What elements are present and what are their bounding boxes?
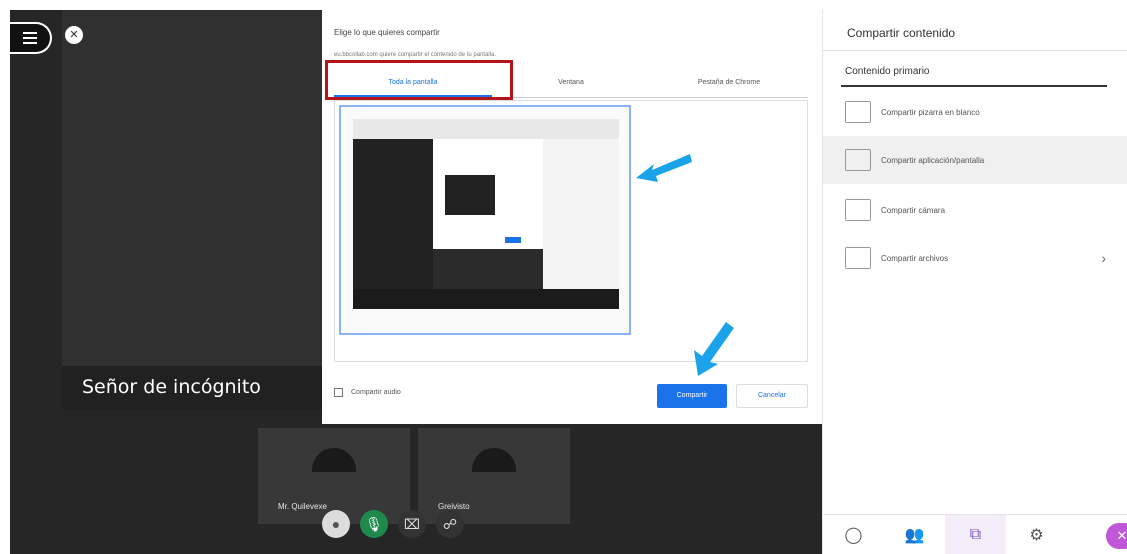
dialog-title: Elige lo que quieres compartir (334, 28, 440, 37)
avatar-icon[interactable]: ● (322, 510, 350, 538)
avatar-icon (472, 448, 516, 472)
close-icon: ✕ (1106, 522, 1127, 549)
hamburger-icon (23, 29, 37, 47)
arrow-annotation-icon (636, 154, 692, 182)
camera-off-icon[interactable]: ⌧ (398, 510, 426, 538)
share-camera-option[interactable]: Compartir cámara (823, 186, 1127, 234)
cancel-button[interactable]: Cancelar (736, 384, 808, 408)
option-label: Compartir aplicación/pantalla (881, 155, 985, 165)
preview-area (334, 100, 808, 362)
option-label: Compartir pizarra en blanco (881, 107, 980, 117)
panel-divider (823, 50, 1127, 51)
microphone-icon[interactable]: 🎙 (360, 510, 388, 538)
chevron-right-icon: › (1101, 250, 1106, 266)
settings-icon[interactable]: ⚙ (1006, 515, 1067, 554)
option-label: Compartir cámara (881, 205, 946, 215)
main-participant-name: Señor de incógnito (62, 366, 332, 410)
screen-preview[interactable] (339, 105, 631, 335)
panel-title: Compartir contenido (847, 26, 956, 40)
tab-highlight-box (325, 60, 513, 100)
folder-icon (845, 247, 871, 269)
whiteboard-icon (845, 101, 871, 123)
menu-button[interactable] (10, 22, 52, 54)
section-underline (841, 85, 1107, 87)
share-content-panel: Compartir contenido Contenido primario C… (822, 10, 1127, 554)
main-video: Señor de incógnito (62, 10, 332, 410)
screen-thumbnail (353, 119, 619, 309)
camera-share-icon (845, 199, 871, 221)
tab-chrome-tab[interactable]: Pestaña de Chrome (650, 68, 808, 97)
section-title: Contenido primario (845, 66, 930, 77)
participants-icon[interactable]: 👥 (884, 515, 945, 554)
screen-share-icon (845, 149, 871, 171)
arrow-annotation-icon (694, 322, 734, 376)
avatar-icon (312, 448, 356, 472)
share-person-icon[interactable]: ☍ (436, 510, 464, 538)
share-audio-label: Compartir audio (351, 389, 401, 396)
close-panel-button[interactable]: ✕ (1067, 515, 1127, 554)
muted-mic-icon: ✕ (65, 26, 83, 44)
dialog-subtitle: eu.bbcollab.com quiere compartir el cont… (334, 52, 497, 58)
panel-toolbar: ◯ 👥 ⧉ ⚙ ✕ (823, 514, 1127, 554)
share-audio-checkbox[interactable] (334, 388, 343, 397)
share-content-icon[interactable]: ⧉ (945, 514, 1006, 554)
share-picker-dialog: Elige lo que quieres compartir eu.bbcoll… (322, 10, 822, 424)
share-files-option[interactable]: Compartir archivos › (823, 234, 1127, 282)
chat-icon[interactable]: ◯ (823, 515, 884, 554)
share-button[interactable]: Compartir (657, 384, 727, 408)
option-label: Compartir archivos (881, 253, 949, 263)
share-whiteboard-option[interactable]: Compartir pizarra en blanco (823, 88, 1127, 136)
session-controls: ● 🎙 ⌧ ☍ (322, 504, 464, 544)
participant-name: Mr. Quilevexe (278, 502, 327, 511)
share-screen-option[interactable]: Compartir aplicación/pantalla (823, 136, 1127, 184)
tab-window[interactable]: Ventana (492, 68, 650, 97)
share-audio-option[interactable]: Compartir audio (334, 388, 401, 397)
